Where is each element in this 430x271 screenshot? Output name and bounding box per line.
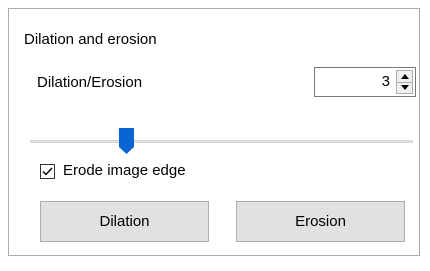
spin-down-button[interactable] [397,82,412,93]
triangle-down-icon [400,85,409,90]
dilation-erosion-label: Dilation/Erosion [37,74,143,91]
slider-track[interactable] [30,140,413,143]
erode-edge-checkbox[interactable] [40,163,55,179]
slider-thumb[interactable] [118,127,135,155]
dilation-erosion-spinbox[interactable]: 3 [314,67,416,97]
dilation-button[interactable]: Dilation [40,201,209,242]
spinbox-buttons [396,70,413,94]
erosion-button[interactable]: Erosion [236,201,405,242]
checkmark-icon [42,167,53,176]
triangle-up-icon [400,74,409,79]
group-title: Dilation and erosion [24,31,157,48]
erode-edge-label: Erode image edge [63,162,186,179]
erode-edge-option[interactable]: Erode image edge [40,161,186,181]
spinbox-value[interactable]: 3 [382,73,390,91]
